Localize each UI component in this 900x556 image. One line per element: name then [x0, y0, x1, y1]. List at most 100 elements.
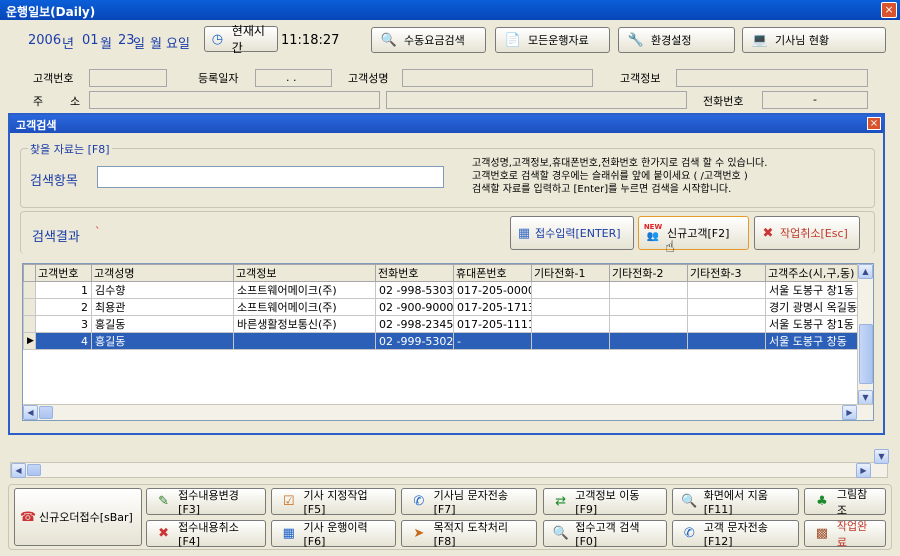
main-scroll-right-icon[interactable]: ▶: [856, 463, 871, 478]
cell-customer-no: 3: [35, 315, 92, 333]
reg-date-field[interactable]: . .: [255, 69, 332, 87]
job-complete-button[interactable]: ▩ 작업완료: [804, 519, 886, 549]
cell-phone: 02 -998-5303: [375, 281, 454, 299]
column-header[interactable]: 기타전화-1: [531, 264, 610, 282]
scroll-up-icon[interactable]: ▲: [858, 264, 873, 279]
cell-name: 최용관: [91, 298, 234, 316]
all-trips-button[interactable]: 📄 모든운행자료: [495, 27, 610, 53]
table-row[interactable]: 3 홍길동 바른생활정보통신(주) 02 -998-2345 017-205-1…: [23, 315, 859, 333]
new-customer-button[interactable]: NEW 👥 신규고객[F2]: [638, 216, 749, 250]
cancel-job-button[interactable]: ✖ 작업취소[Esc]: [754, 216, 860, 250]
column-header[interactable]: 기타전화-3: [687, 264, 766, 282]
arrival-process-button[interactable]: ➤ 목적지 도착처리[F8]: [401, 520, 537, 548]
cell-mobile: -: [453, 332, 532, 350]
driver-history-label: 기사 운행이력[F6]: [303, 521, 368, 548]
vscroll-thumb[interactable]: [859, 324, 873, 384]
table-row[interactable]: 1 김수향 소프트웨어메이크(주) 02 -998-5303 017-205-0…: [23, 281, 859, 299]
window-title-bar: 운행일보(Daily): [0, 0, 900, 20]
cell-info: 소프트웨어메이크(주): [233, 298, 376, 316]
driver-status-button[interactable]: 💻 기사님 현황: [742, 27, 886, 53]
move-icon: ⇄: [555, 494, 567, 509]
hscroll-thumb[interactable]: [39, 406, 53, 419]
cell-etc1: [531, 315, 610, 333]
main-scroll-down-icon[interactable]: ▼: [874, 449, 889, 464]
grid-vscrollbar[interactable]: ▲ ▼: [857, 264, 873, 405]
address-detail-field[interactable]: [386, 91, 687, 109]
scroll-right-icon[interactable]: ▶: [842, 405, 857, 420]
results-mark: `: [95, 225, 101, 238]
dialog-title: 고객검색: [16, 119, 57, 132]
scroll-down-icon[interactable]: ▼: [858, 390, 873, 405]
date-weekday-unit: 요일: [166, 37, 190, 52]
window-close-button[interactable]: ×: [881, 2, 897, 18]
main-hscrollbar[interactable]: ◀ ▶: [10, 462, 888, 478]
new-order-label: 신규오더접수[sBar]: [39, 511, 133, 524]
receive-input-button[interactable]: ▦ 접수입력[ENTER]: [510, 216, 634, 250]
move-customer-info-button[interactable]: ⇄ 고객정보 이동[F9]: [543, 488, 667, 516]
date-year-unit: 년: [62, 37, 74, 52]
address-label-a: 주: [33, 95, 44, 108]
phone-no-label: 전화번호: [703, 95, 744, 108]
clear-screen-button[interactable]: 🔍 화면에서 지움[F11]: [672, 488, 799, 516]
search-field-label: 검색항목: [30, 174, 78, 189]
column-header[interactable]: 기타전화-2: [609, 264, 688, 282]
scroll-left-icon[interactable]: ◀: [23, 405, 38, 420]
column-header[interactable]: 휴대폰번호: [453, 264, 532, 282]
column-header[interactable]: 고객성명: [91, 264, 234, 282]
main-scroll-left-icon[interactable]: ◀: [11, 463, 26, 478]
cell-mobile: 017-205-0000: [453, 281, 532, 299]
new-order-button[interactable]: ☎ 신규오더접수[sBar]: [14, 488, 142, 546]
search-group-label: 찾을 자료는 [F8]: [28, 141, 112, 157]
dialog-close-button[interactable]: ×: [867, 117, 881, 130]
customer-sms-button[interactable]: ✆ 고객 문자전송[F12]: [672, 520, 799, 548]
phone-icon: ✆: [413, 494, 425, 509]
cell-etc3: [687, 332, 766, 350]
customer-info-field[interactable]: [676, 69, 868, 87]
grid-hscrollbar[interactable]: ◀ ▶: [23, 404, 873, 420]
date-day-unit: 일: [133, 37, 145, 52]
new-badge: NEW: [643, 223, 663, 231]
column-header[interactable]: 고객정보: [233, 264, 376, 282]
customer-info-label: 고객정보: [620, 72, 661, 85]
address-label-b: 소: [70, 95, 81, 108]
table-row-selected[interactable]: ▶ 4 홍길동 02 -999-5302 - 서울 도봉구 창동: [23, 332, 859, 350]
settings-button[interactable]: 🔧 환경설정: [618, 27, 735, 53]
driver-history-button[interactable]: ▦ 기사 운행이력[F6]: [271, 520, 396, 548]
assign-driver-button[interactable]: ☑ 기사 지정작업[F5]: [271, 488, 396, 516]
customer-no-label: 고객번호: [33, 72, 74, 85]
search-received-customer-label: 접수고객 검색[F0]: [575, 521, 640, 548]
customer-name-field[interactable]: [402, 69, 593, 87]
column-header[interactable]: 전화번호: [375, 264, 454, 282]
driver-sms-label: 기사님 문자전송[F7]: [433, 489, 508, 516]
edit-receipt-button[interactable]: ✎ 접수내용변경[F3]: [146, 488, 266, 516]
cell-address: 서울 도봉구 창1동: [765, 315, 859, 333]
calendar-icon: ▦: [282, 526, 295, 541]
cancel-receipt-button[interactable]: ✖ 접수내용취소[F4]: [146, 520, 266, 548]
search-input[interactable]: [97, 166, 444, 188]
row-pointer-icon: ▶: [23, 332, 36, 350]
cell-etc1: [531, 298, 610, 316]
current-time-button[interactable]: ◷ 현재시간: [204, 24, 278, 55]
results-grid[interactable]: 고객번호 고객성명 고객정보 전화번호 휴대폰번호 기타전화-1 기타전화-2 …: [22, 263, 874, 421]
cell-customer-no: 2: [35, 298, 92, 316]
column-header[interactable]: 고객주소(시,구,동): [765, 264, 859, 282]
address-field[interactable]: [89, 91, 380, 109]
cell-etc1: [531, 332, 610, 350]
settings-label: 환경설정: [651, 34, 692, 47]
tools-icon: 🔧: [627, 32, 645, 48]
job-complete-label: 작업완료: [836, 519, 868, 549]
main-hscroll-thumb[interactable]: [27, 464, 41, 476]
customer-no-field[interactable]: [89, 69, 167, 87]
table-row[interactable]: 2 최용관 소프트웨어메이크(주) 02 -900-9000 017-205-1…: [23, 298, 859, 316]
phone-sms-icon: ✆: [683, 526, 695, 541]
picture-ref-button[interactable]: ♣ 그림참조: [804, 488, 886, 517]
cell-phone: 02 -998-2345: [375, 315, 454, 333]
help-line: 검색할 자료를 입력하고 [Enter]를 누르면 검색을 시작합니다.: [472, 184, 732, 195]
column-header[interactable]: 고객번호: [35, 264, 92, 282]
phone-no-field[interactable]: -: [762, 91, 868, 109]
dialog-title-bar: 고객검색: [10, 115, 883, 133]
driver-sms-button[interactable]: ✆ 기사님 문자전송[F7]: [401, 488, 537, 516]
results-table: 고객번호 고객성명 고객정보 전화번호 휴대폰번호 기타전화-1 기타전화-2 …: [23, 264, 859, 350]
search-received-customer-button[interactable]: 🔍 접수고객 검색[F0]: [543, 520, 667, 548]
manual-fare-search-button[interactable]: 🔍 수동요금검색: [371, 27, 486, 53]
